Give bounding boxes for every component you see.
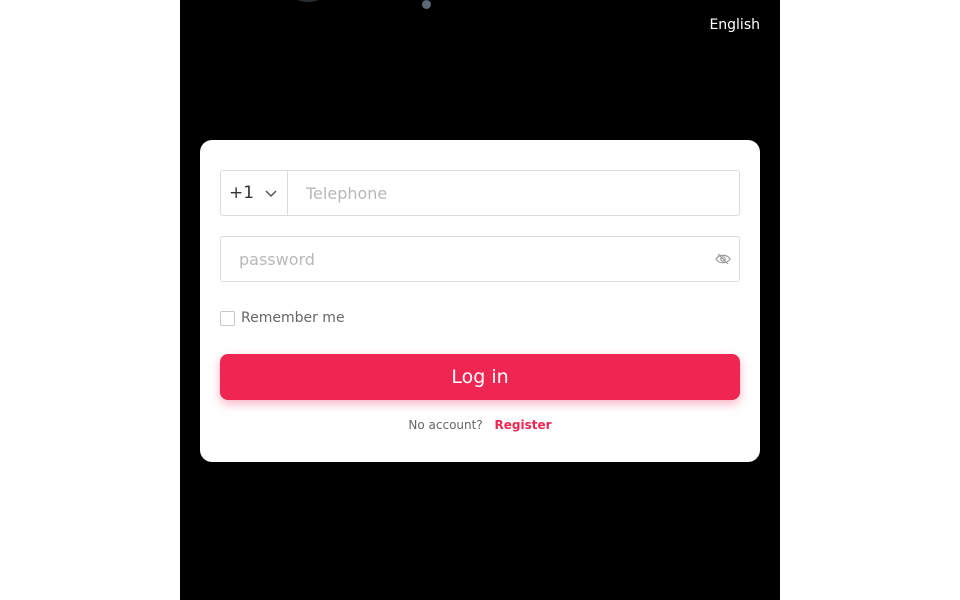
register-prompt: No account? Register [200, 418, 760, 432]
decorative-arc [278, 0, 338, 2]
decorative-dot [422, 0, 431, 9]
country-code-value: +1 [229, 183, 255, 203]
login-button[interactable]: Log in [220, 354, 740, 400]
country-code-select[interactable]: +1 [221, 171, 288, 215]
remember-me[interactable]: Remember me [220, 310, 345, 326]
language-switcher[interactable]: English [709, 16, 760, 34]
no-account-text: No account? [408, 418, 483, 432]
eye-off-icon[interactable] [715, 251, 731, 267]
register-link[interactable]: Register [495, 418, 552, 432]
chevron-down-icon [265, 190, 277, 198]
password-input[interactable] [221, 237, 715, 281]
remember-me-label: Remember me [241, 310, 345, 326]
login-card: +1 Remember me Log in No account? Regist… [200, 140, 760, 462]
telephone-input[interactable] [288, 171, 739, 215]
telephone-field-group: +1 [220, 170, 740, 216]
app-screen: English +1 Remember me Log in [180, 0, 780, 600]
password-field-group [220, 236, 740, 282]
remember-me-checkbox[interactable] [220, 310, 235, 326]
